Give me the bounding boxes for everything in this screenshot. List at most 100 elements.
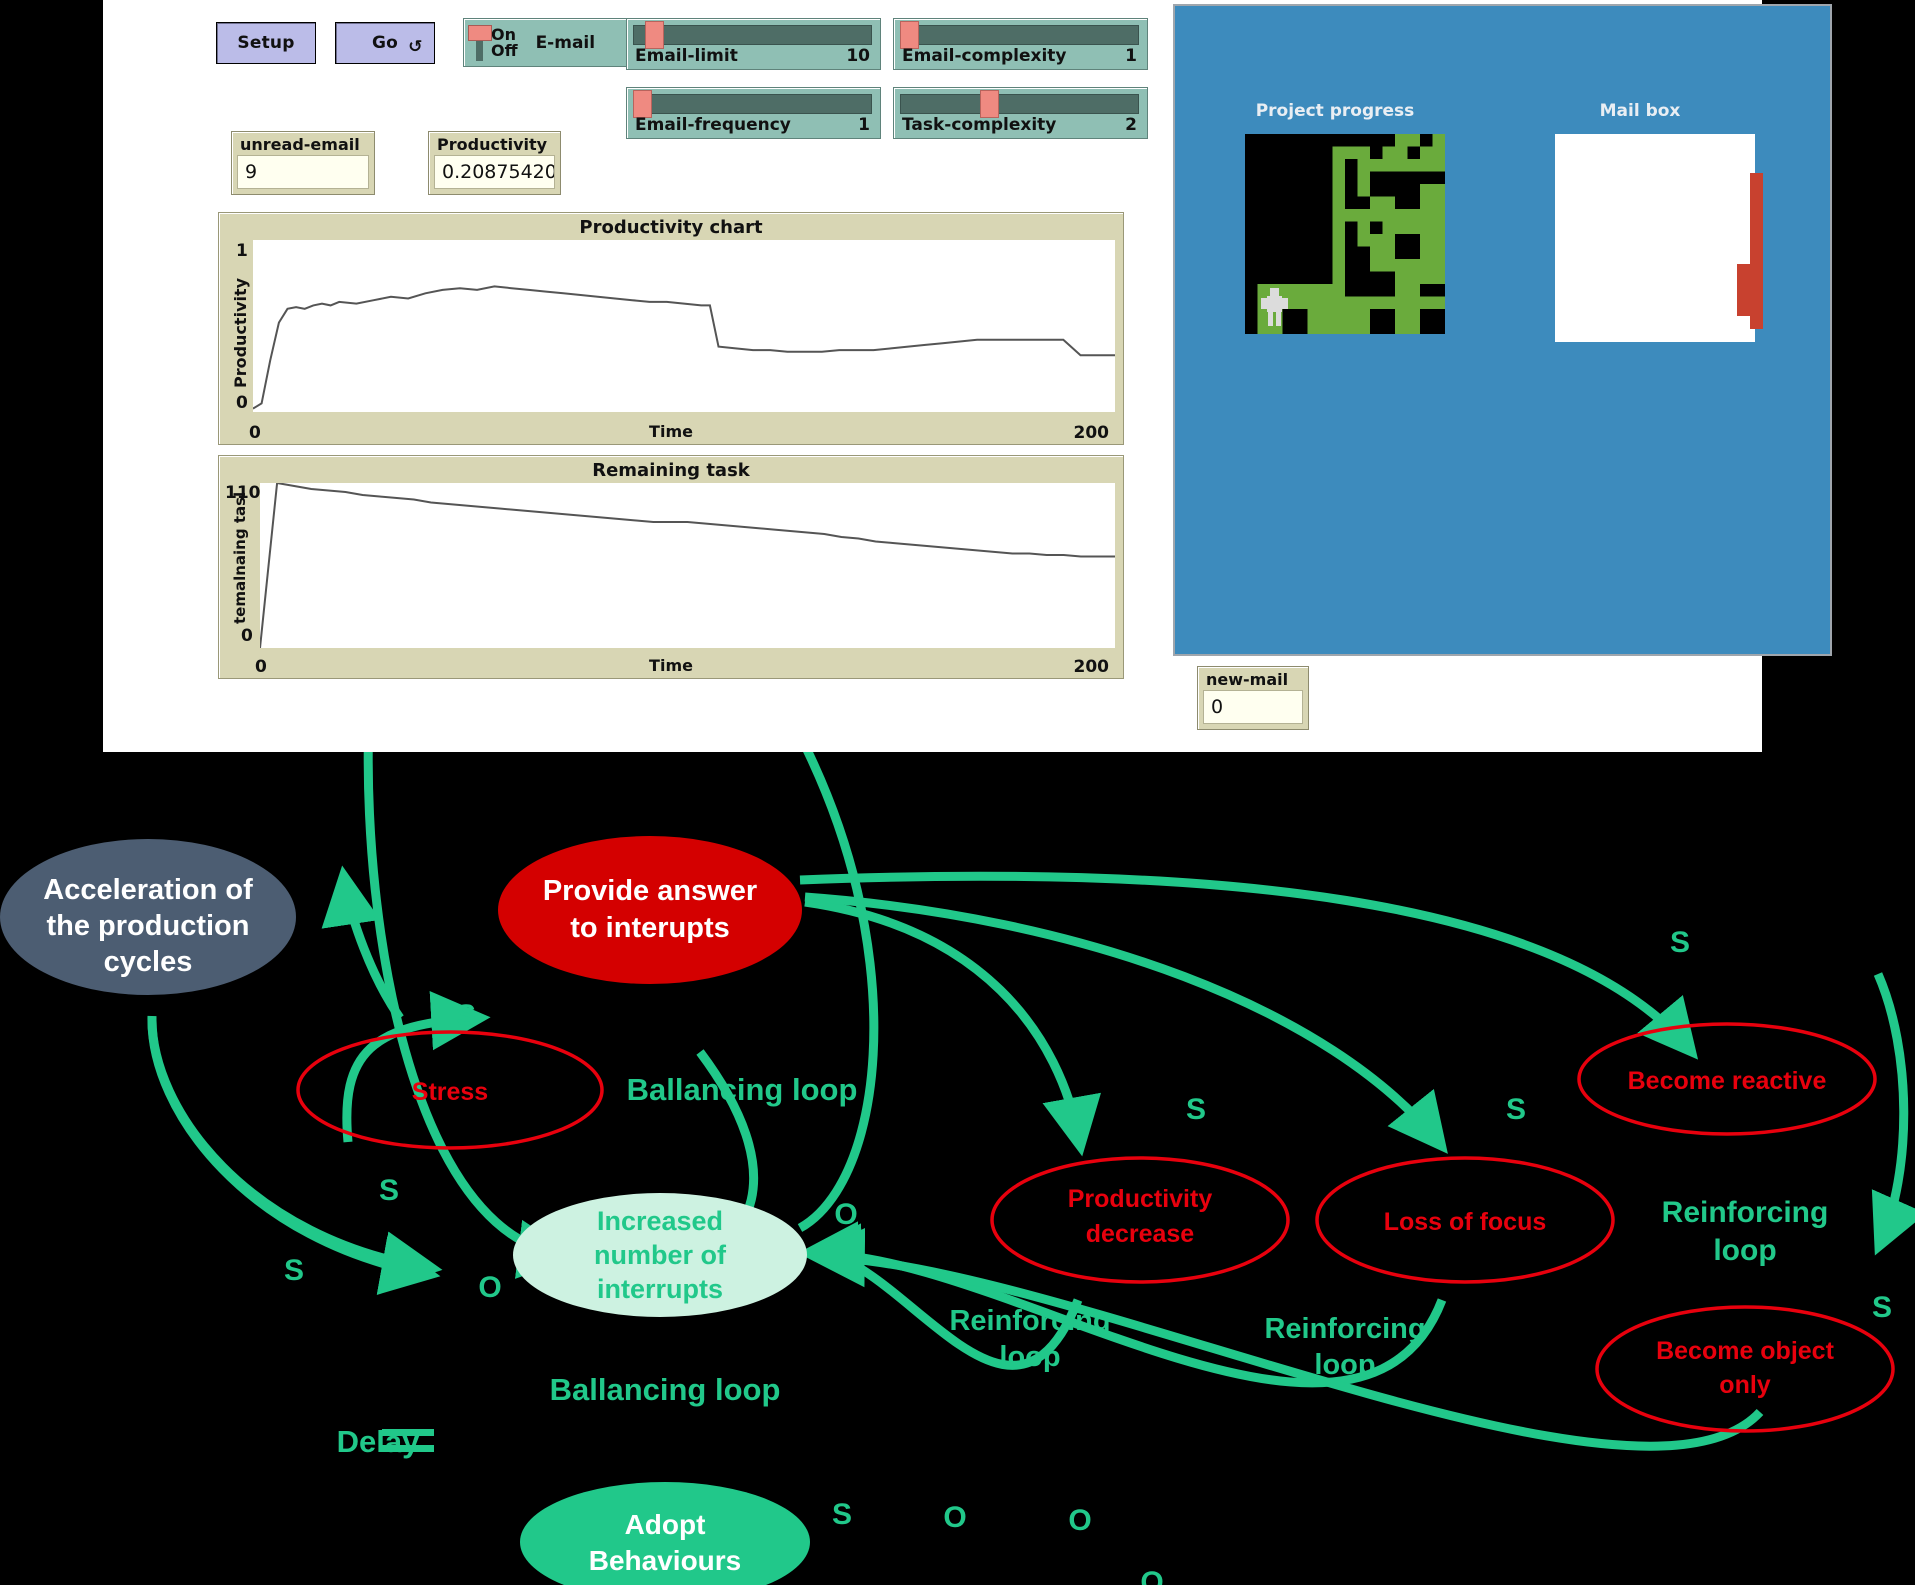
remaining-task-xtick-max: 200 xyxy=(1073,657,1110,677)
polarity-productivity-to-adopt: O xyxy=(943,1501,966,1534)
node-label-line-3: cycles xyxy=(104,946,193,978)
remaining-task-xtick-min: 0 xyxy=(255,657,267,677)
productivity-monitor-value: 0.2087542081 xyxy=(434,155,555,189)
polarity-adopt-to-interrupts: S xyxy=(832,1498,852,1531)
netlogo-interface-panel: Setup Go ↻ On Off E-mail Email-limit 10 … xyxy=(103,0,1832,752)
node-label-line-2: only xyxy=(1719,1371,1770,1399)
productivity-chart-xlabel: Time xyxy=(649,422,693,441)
productivity-chart-xtick-max: 200 xyxy=(1073,423,1110,443)
unread-email-monitor-value: 9 xyxy=(237,155,369,189)
loop-label-balancing-interrupts: Ballancing loop xyxy=(550,1372,781,1407)
go-button-label: Go xyxy=(371,33,399,53)
world-view[interactable]: Project progress Mail box xyxy=(1173,4,1832,656)
node-loss-of-focus[interactable]: Loss of focus xyxy=(1315,1156,1615,1284)
node-adopt-behaviours[interactable]: Adopt Behaviours xyxy=(520,1482,810,1585)
switch-knob-icon xyxy=(468,23,492,63)
remaining-task-chart-title: Remaining task xyxy=(592,460,750,481)
switch-states: On Off xyxy=(491,26,518,59)
new-mail-monitor-value: 0 xyxy=(1203,690,1303,724)
email-frequency-slider[interactable]: Email-frequency 1 xyxy=(626,87,881,139)
unread-email-monitor: unread-email 9 xyxy=(231,131,375,195)
remaining-task-xlabel: Time xyxy=(649,656,693,675)
email-frequency-label: Email-frequency xyxy=(635,115,791,135)
polarity-answer-to-reactive: S xyxy=(1670,926,1690,959)
new-mail-monitor: new-mail 0 xyxy=(1197,666,1309,730)
productivity-chart-xtick-min: 0 xyxy=(249,423,261,443)
node-stress[interactable]: Stress xyxy=(296,1030,604,1150)
email-frequency-value: 1 xyxy=(858,115,870,135)
slider-thumb[interactable] xyxy=(900,21,919,49)
mail-box-area xyxy=(1555,134,1755,342)
productivity-chart-ytick-max: 1 xyxy=(236,241,248,261)
email-limit-value: 10 xyxy=(846,46,870,66)
remaining-task-chart-svg xyxy=(259,481,1115,649)
email-limit-slider[interactable]: Email-limit 10 xyxy=(626,18,881,70)
node-acceleration-of-production-cycles[interactable]: Acceleration of the production cycles xyxy=(0,839,296,995)
polarity-answer-to-interrupts: O xyxy=(834,1198,857,1231)
node-label: Become reactive xyxy=(1628,1067,1827,1095)
slider-thumb[interactable] xyxy=(633,90,652,118)
delay-marker: Delay xyxy=(337,1424,434,1459)
node-label-line-1: Productivity xyxy=(1068,1185,1213,1213)
remaining-task-ylabel: temalnaing tasl xyxy=(231,491,249,624)
arrow-answer-to-productivity-decrease xyxy=(804,897,1101,1157)
polarity-answer-to-productivity: S xyxy=(1186,1093,1206,1126)
polarity-stress-to-answer: S xyxy=(456,999,476,1032)
slider-thumb[interactable] xyxy=(645,21,664,49)
node-label-line-1: Adopt xyxy=(625,1509,706,1540)
task-complexity-slider[interactable]: Task-complexity 2 xyxy=(893,87,1148,139)
polarity-object-to-adopt: O xyxy=(1140,1566,1163,1585)
productivity-chart-ytick-min: 0 xyxy=(236,393,248,413)
node-label-line-2: to interupts xyxy=(570,912,730,944)
loop-label-reinforcing-productivity-line-1: Reinforcing xyxy=(949,1305,1110,1337)
arrow-reactive-to-object-only xyxy=(1871,972,1915,1256)
causal-loop-diagram: Acceleration of the production cycles Pr… xyxy=(0,752,1915,1585)
arrow-adopt-to-increased-interrupts xyxy=(797,752,879,1232)
productivity-chart-canvas xyxy=(252,240,1115,412)
task-complexity-value: 2 xyxy=(1125,115,1137,135)
polarity-interrupts-to-adopt: O xyxy=(478,1271,501,1304)
go-button[interactable]: Go ↻ xyxy=(335,22,435,64)
polarity-answer-to-focus: S xyxy=(1506,1093,1526,1126)
node-productivity-decrease[interactable]: Productivity decrease xyxy=(990,1156,1290,1284)
slider-track xyxy=(900,94,1139,114)
node-increased-number-of-interrupts[interactable]: Increased number of interrupts xyxy=(513,1193,807,1317)
polarity-reactive-to-object: S xyxy=(1872,1291,1892,1324)
world-patches xyxy=(1245,134,1763,342)
loop-label-balancing-stress: Ballancing loop xyxy=(627,1072,858,1107)
node-provide-answer-to-interrupts[interactable]: Provide answer to interupts xyxy=(498,836,802,984)
node-label: Stress xyxy=(412,1078,488,1106)
loop-label-reinforcing-focus-line-2: loop xyxy=(1314,1349,1375,1381)
node-label-line-1: Increased xyxy=(597,1206,723,1236)
node-label-line-1: Become object xyxy=(1656,1337,1835,1365)
forever-cycle-icon: ↻ xyxy=(407,37,422,57)
polarity-interrupts-to-stress: S xyxy=(379,1174,399,1207)
remaining-task-chart: Remaining task 110 0 temalnaing tasl 0 T… xyxy=(218,455,1124,679)
productivity-monitor-label: Productivity xyxy=(437,135,548,154)
polarity-focus-to-adopt: O xyxy=(1068,1504,1091,1537)
slider-track xyxy=(633,94,872,114)
node-label-line-3: interrupts xyxy=(597,1274,723,1304)
node-label-line-2: Behaviours xyxy=(589,1545,742,1576)
arrow-acceleration-to-interrupts xyxy=(147,1016,441,1295)
slider-track xyxy=(633,25,872,45)
node-become-object-only[interactable]: Become object only xyxy=(1595,1305,1895,1433)
setup-button[interactable]: Setup xyxy=(216,22,316,64)
productivity-monitor: Productivity 0.2087542081 xyxy=(428,131,561,195)
loop-label-reinforcing-reactive-line-2: loop xyxy=(1713,1234,1776,1267)
email-limit-label: Email-limit xyxy=(635,46,738,66)
arrow-answer-to-become-reactive xyxy=(799,871,1699,1060)
productivity-chart: Productivity chart 1 0 Productivity 0 Ti… xyxy=(218,212,1124,445)
email-complexity-slider[interactable]: Email-complexity 1 xyxy=(893,18,1148,70)
task-complexity-label: Task-complexity xyxy=(902,115,1057,135)
unread-email-monitor-label: unread-email xyxy=(240,135,360,154)
productivity-chart-ylabel: Productivity xyxy=(231,277,250,388)
arrow-answer-to-loss-of-focus xyxy=(804,892,1448,1154)
node-label-line-2: number of xyxy=(594,1240,727,1270)
remaining-task-chart-canvas xyxy=(259,481,1115,649)
loop-label-reinforcing-productivity-line-2: loop xyxy=(999,1341,1060,1373)
node-become-reactive[interactable]: Become reactive xyxy=(1577,1022,1877,1136)
email-complexity-label: Email-complexity xyxy=(902,46,1067,66)
slider-thumb[interactable] xyxy=(980,90,999,118)
email-switch-label: E-mail xyxy=(535,32,596,53)
